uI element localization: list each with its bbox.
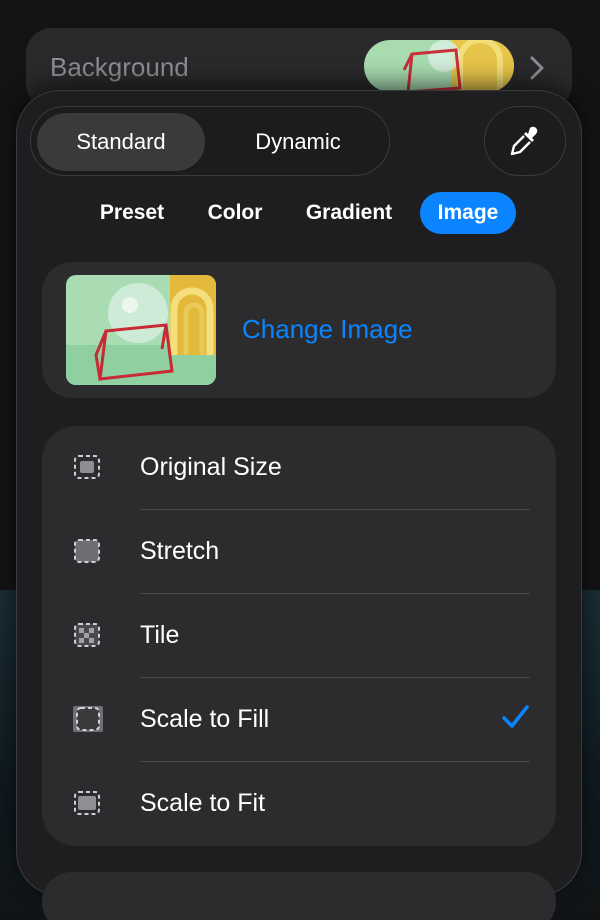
scale-to-fill-icon: [73, 706, 103, 732]
list-item[interactable]: Scale to Fill: [42, 678, 556, 762]
list-item[interactable]: Original Size: [42, 426, 556, 510]
next-section-card: [42, 872, 556, 920]
list-item[interactable]: Stretch: [42, 510, 556, 594]
option-label: Scale to Fit: [140, 789, 266, 817]
dynamic-segment[interactable]: Dynamic: [211, 113, 385, 171]
option-label: Scale to Fill: [140, 705, 270, 733]
tab-color[interactable]: Color: [194, 192, 276, 234]
list-item[interactable]: Scale to Fit: [42, 762, 556, 846]
scale-to-fit-icon: [74, 791, 100, 815]
standard-segment[interactable]: Standard: [37, 113, 205, 171]
tile-icon: [74, 623, 100, 647]
tab-gradient[interactable]: Gradient: [290, 192, 408, 234]
background-thumbnail: [364, 40, 514, 92]
tab-image[interactable]: Image: [420, 192, 516, 234]
image-thumbnail: [66, 275, 216, 385]
mode-segmented-control: Standard Dynamic: [30, 106, 390, 176]
original-size-icon: [74, 455, 100, 479]
chevron-right-icon: [530, 56, 544, 80]
background-row-label: Background: [50, 52, 189, 82]
stretch-icon: [74, 539, 100, 563]
tab-preset[interactable]: Preset: [84, 192, 180, 234]
change-image-link[interactable]: Change Image: [242, 314, 413, 345]
option-label: Original Size: [140, 453, 282, 481]
eyedropper-button[interactable]: [484, 106, 566, 176]
eyedropper-icon: [510, 126, 538, 156]
option-label: Stretch: [140, 537, 220, 565]
list-item[interactable]: Tile: [42, 594, 556, 678]
checkmark-icon: [502, 705, 529, 728]
option-label: Tile: [140, 621, 180, 649]
